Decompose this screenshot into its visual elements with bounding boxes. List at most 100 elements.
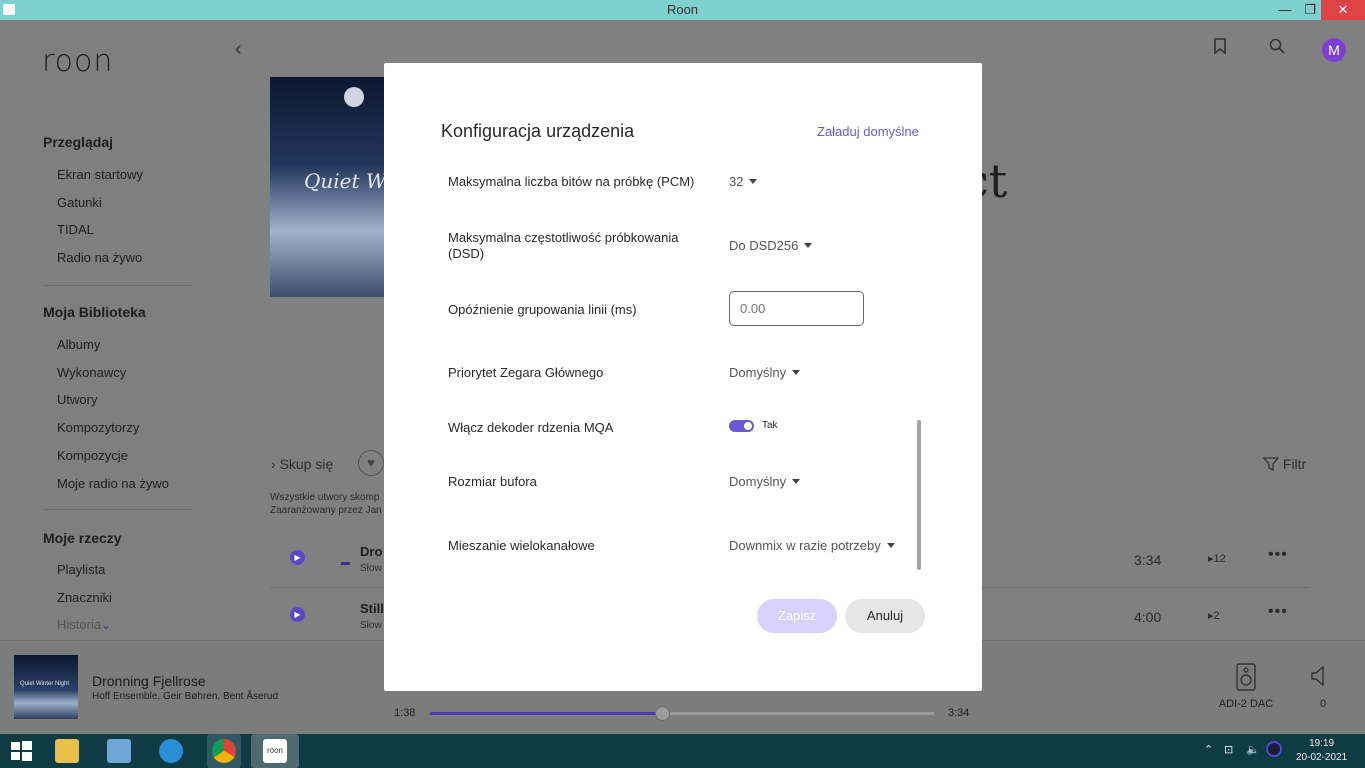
windows-start-icon[interactable] [9,739,33,763]
back-arrow-icon[interactable]: ‹ [235,38,242,61]
close-button[interactable]: ✕ [1321,0,1365,20]
track-name[interactable]: Dro [360,544,382,559]
track-duration: 3:34 [1134,552,1162,568]
search-icon[interactable] [1269,38,1285,59]
avatar[interactable]: M [1322,38,1346,62]
total-time: 3:34 [948,707,970,719]
filter-button[interactable]: Filtr [1262,456,1307,472]
load-defaults-link[interactable]: Załaduj domyślne [817,124,919,139]
seek-handle[interactable] [654,706,670,721]
control-panel-icon[interactable] [107,739,131,763]
heart-icon[interactable]: ♥ [358,450,384,476]
select-value: Do DSD256 [729,238,799,253]
volume-tray-icon[interactable]: 🔈 [1246,743,1260,756]
volume-icon[interactable] [1310,665,1328,690]
nav-history[interactable]: Historia [57,617,101,632]
clock-date: 20-02-2021 [1296,752,1348,763]
minimize-button[interactable]: — [1271,0,1299,20]
select-value: Domyślny [729,365,787,380]
buffer-size-select[interactable]: Domyślny [729,474,801,489]
nav-albums[interactable]: Albumy [57,337,100,352]
seek-bar-fill [430,712,662,715]
nav-genres[interactable]: Gatunki [57,195,102,210]
credits-line: Wszystkie utwory skomp [270,492,380,503]
edge-icon[interactable] [159,739,183,763]
focus-label: Skup się [279,456,334,472]
play-icon[interactable]: ▶ [290,607,305,622]
nav-tidal[interactable]: TIDAL [57,222,94,237]
roon-app-icon: roon [263,739,287,763]
clock[interactable]: 19:19 20-02-2021 [1296,737,1347,765]
focus-button[interactable]: › Skup się [271,456,333,472]
save-button[interactable]: Zapisz [757,599,837,633]
section-browse[interactable]: Przeglądaj [43,134,113,150]
track-duration: 4:00 [1134,609,1162,625]
mqa-decoder-toggle[interactable] [729,420,754,432]
player-artists[interactable]: Hoff Ensemble, Geir Bøhren, Bent Åserud [92,691,278,702]
master-clock-priority-select[interactable]: Domyślny [729,365,801,380]
elapsed-time: 1:38 [394,707,416,719]
cancel-button[interactable]: Anuluj [845,599,925,633]
divider [43,509,191,510]
track-subtitle: Słow [360,563,382,574]
multichannel-mixing-select[interactable]: Downmix w razie potrzeby [729,538,895,553]
more-options-icon[interactable]: ••• [1268,546,1288,564]
nav-artists[interactable]: Wykonawcy [57,365,126,380]
nav-live-radio[interactable]: Radio na żywo [57,250,142,265]
nav-bookmarks[interactable]: Znaczniki [57,590,112,605]
dialog-title: Konfiguracja urządzenia [441,121,635,141]
track-play-count: ▸12 [1208,553,1226,565]
volume-level: 0 [1320,698,1327,710]
device-setup-dialog: Konfiguracja urządzenia Załaduj domyślne… [384,63,982,691]
chrome-icon [212,739,236,763]
dsd-rate-select[interactable]: Do DSD256 [729,238,813,253]
nav-my-live-radio[interactable]: Moje radio na żywo [57,476,169,491]
player-track-title[interactable]: Dronning Fjellrose [92,673,206,689]
divider [43,285,191,286]
file-explorer-icon[interactable] [55,739,79,763]
dropdown-arrow-icon [792,479,801,484]
dropdown-arrow-icon [749,179,758,184]
roon-taskbar-slot[interactable]: roon [251,734,299,768]
setting-label: Mieszanie wielokanałowe [448,538,595,553]
speaker-icon[interactable] [1236,663,1256,694]
more-options-icon[interactable]: ••• [1268,603,1288,621]
chevron-down-icon[interactable]: ⌄ [101,618,111,632]
title-bar: Roon — ❐ ✕ [0,0,1365,20]
setting-label: Rozmiar bufora [448,474,537,489]
tray-chevron-icon[interactable]: ⌃ [1204,743,1213,756]
track-play-count: ▸2 [1208,610,1220,622]
nav-tracks[interactable]: Utwory [57,392,97,407]
setting-label: Maksymalna częstotliwość próbkowania (DS… [448,230,679,261]
dialog-scrollbar[interactable] [917,420,921,570]
setting-label: Priorytet Zegara Głównego [448,365,604,380]
play-icon[interactable]: ▶ [290,550,305,565]
bookmark-icon[interactable] [1213,38,1227,59]
line-grouping-delay-input[interactable] [729,291,864,326]
player-cover-text: Quiet Winter Night [20,681,70,687]
section-my-stuff[interactable]: Moje rzeczy [43,530,122,546]
maximize-button[interactable]: ❐ [1296,0,1324,20]
device-name[interactable]: ADI-2 DAC [1218,698,1274,710]
chrome-taskbar-slot[interactable] [207,734,241,768]
track-name[interactable]: Still [360,601,384,616]
player-album-cover[interactable]: Quiet Winter Night [14,655,78,719]
app-tray-icon[interactable] [1266,741,1282,757]
moon-graphic [344,87,364,107]
taskbar: roon ⌃ ⊡ 🔈 19:19 20-02-2021 [0,734,1365,768]
roon-logo[interactable]: roon [42,44,113,79]
network-icon[interactable]: ⊡ [1224,743,1233,756]
setting-label: Opóźnienie grupowania linii (ms) [448,302,637,317]
track-subtitle: Słow [360,620,382,631]
toggle-knob [744,422,752,430]
nav-playlists[interactable]: Playlista [57,562,105,577]
nav-compositions[interactable]: Kompozycje [57,448,128,463]
select-value: 32 [729,174,744,189]
pcm-bits-select[interactable]: 32 [729,174,758,189]
seek-bar[interactable] [430,706,934,721]
filter-label: Filtr [1282,456,1307,472]
nav-home[interactable]: Ekran startowy [57,167,143,182]
nav-composers[interactable]: Kompozytorzy [57,420,139,435]
section-library[interactable]: Moja Biblioteka [43,304,146,320]
select-value: Downmix w razie potrzeby [729,538,881,553]
